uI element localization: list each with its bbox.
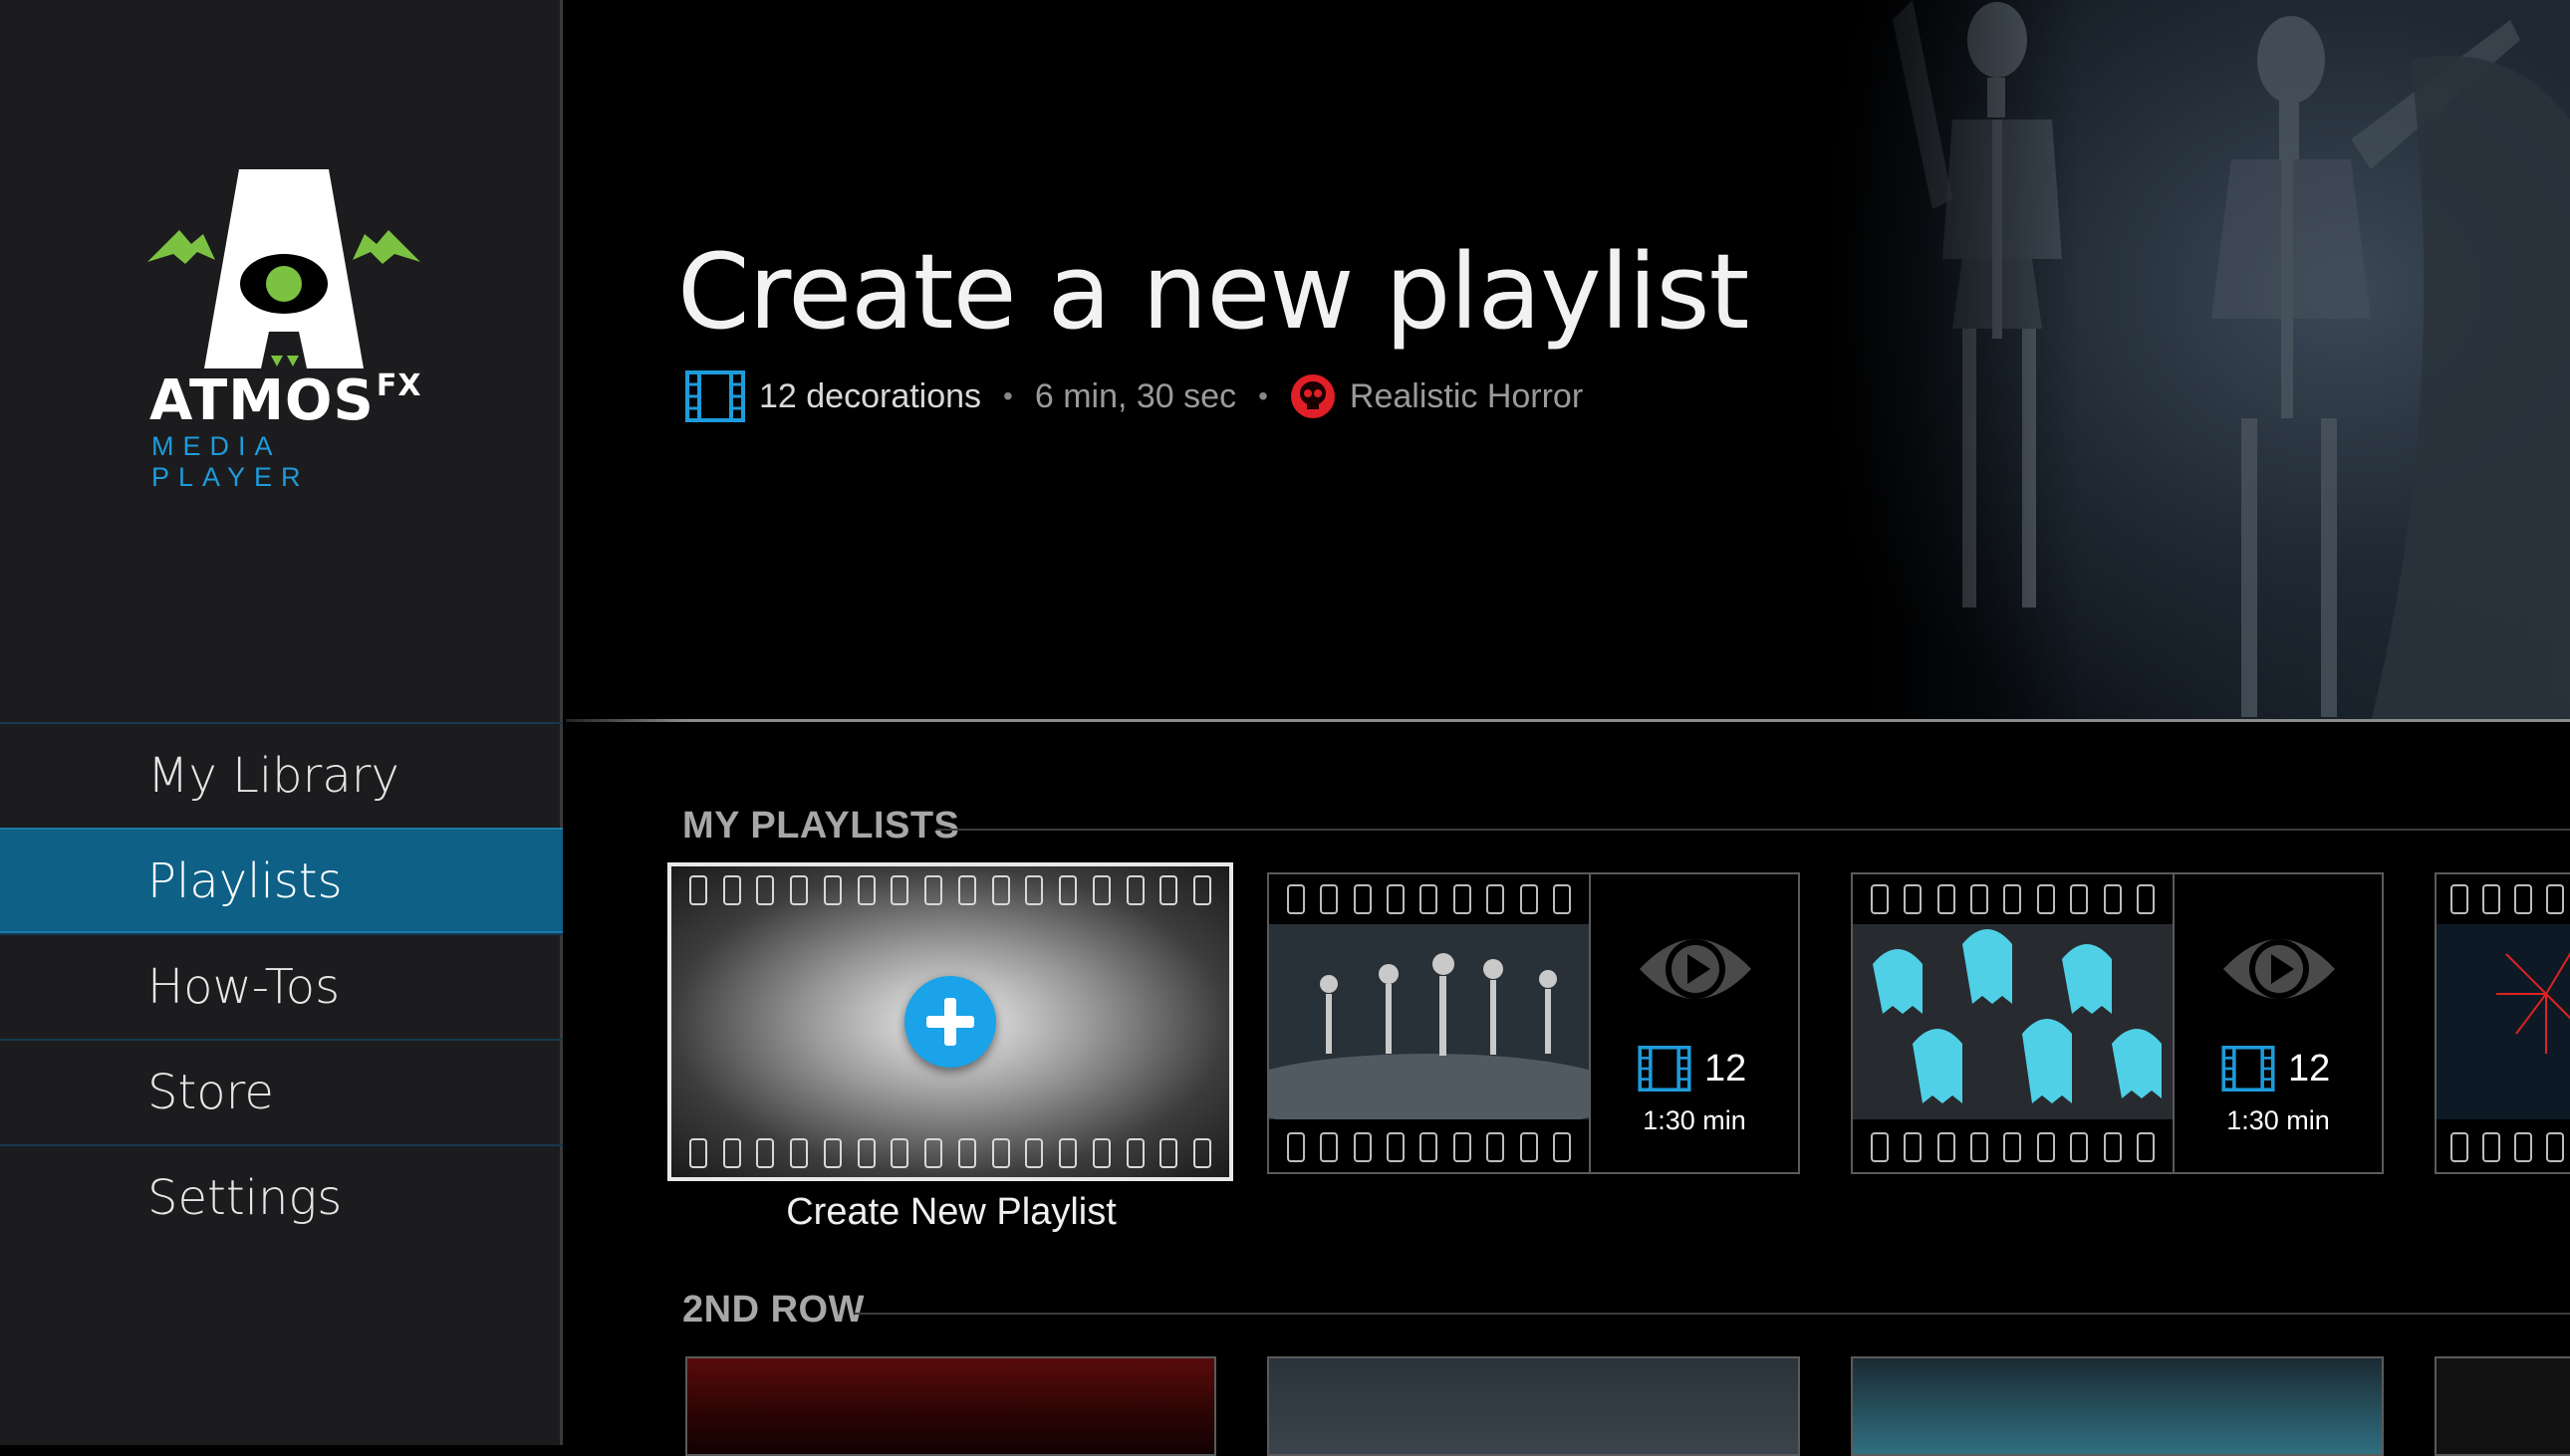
row2-card-blood[interactable]	[685, 1356, 1216, 1456]
film-sprockets	[671, 1129, 1229, 1177]
sidebar-item-how-tos[interactable]: How-Tos	[0, 933, 563, 1039]
sidebar-item-label: Settings	[147, 1170, 343, 1226]
plus-icon[interactable]	[904, 976, 996, 1068]
playlist-duration: 6 min, 30 sec	[1034, 376, 1237, 415]
section-divider	[936, 829, 2570, 831]
dancing-skeletons-image	[1269, 924, 1589, 1119]
atmosfx-a-eye-icon	[147, 169, 420, 368]
decorations-count: 12 decorations	[759, 376, 982, 415]
sidebar-item-label: Store	[147, 1065, 274, 1120]
playlist-duration: 1:30 min	[2226, 1105, 2330, 1135]
row2-card-skeletons[interactable]	[1267, 1356, 1800, 1456]
film-sprockets	[671, 866, 1229, 914]
row2-card-partial[interactable]	[2435, 1356, 2570, 1456]
hero-divider	[566, 719, 2570, 722]
sidebar-item-label: Playlists	[147, 853, 343, 909]
logo-subtitle: MEDIA PLAYER	[151, 431, 310, 492]
film-strip-icon	[685, 370, 745, 422]
meta-separator: •	[1003, 380, 1013, 411]
sidebar-item-my-library[interactable]: My Library	[0, 722, 563, 828]
atmosfx-logo: ATMOSFX MEDIA PLAYER	[139, 164, 428, 492]
decoration-count: 12	[1637, 1046, 1746, 1092]
create-playlist-card[interactable]	[667, 862, 1233, 1181]
create-playlist-caption: Create New Playlist	[786, 1191, 1117, 1233]
meta-separator: •	[1258, 380, 1268, 411]
row2-card-ghosts[interactable]	[1851, 1356, 2384, 1456]
playlist-meta: 12 decorations • 6 min, 30 sec • Realist…	[685, 370, 1583, 422]
section-divider	[855, 1313, 2570, 1315]
playlist-thumbnail	[1269, 874, 1591, 1172]
eye-play-icon[interactable]	[2219, 914, 2339, 1024]
skeleton-artwork	[1813, 0, 2570, 722]
logo-wordmark: ATMOSFX	[149, 368, 422, 433]
eye-play-icon[interactable]	[1636, 914, 1755, 1024]
playlist-info: 12 1:30 min	[1591, 874, 1798, 1172]
sidebar-item-settings[interactable]: Settings	[0, 1144, 563, 1250]
hero-background-image	[1813, 0, 2570, 722]
section-title-second-row: 2ND ROW	[682, 1289, 865, 1331]
sidebar-nav: My Library Playlists How-Tos Store Setti…	[0, 722, 563, 1250]
decoration-count: 12	[2220, 1046, 2330, 1092]
hero-banner: Create a new playlist 12 decorations • 6…	[566, 0, 2570, 722]
sidebar-item-label: My Library	[147, 748, 399, 804]
film-strip-icon	[2221, 1046, 2275, 1092]
sidebar-item-playlists[interactable]: Playlists	[0, 828, 563, 933]
fireworks-image	[2437, 924, 2570, 1119]
sidebar-item-store[interactable]: Store	[0, 1039, 563, 1144]
playlist-info: 12 1:30 min	[2175, 874, 2382, 1172]
sidebar-item-label: How-Tos	[147, 959, 341, 1015]
page-title: Create a new playlist	[677, 231, 1749, 353]
genre-label: Realistic Horror	[1349, 376, 1584, 415]
film-strip-icon	[1638, 1046, 1691, 1092]
skull-icon	[1290, 374, 1335, 418]
playlist-duration: 1:30 min	[1643, 1105, 1746, 1135]
sidebar: ATMOSFX MEDIA PLAYER My Library Playlist…	[0, 0, 563, 1445]
section-title-my-playlists: MY PLAYLISTS	[682, 805, 960, 847]
playlist-thumbnail	[1853, 874, 2175, 1172]
playlist-card[interactable]: 12 1:30 min	[1267, 872, 1800, 1174]
playlist-card[interactable]	[2435, 872, 2570, 1174]
blue-ghosts-image	[1853, 924, 2173, 1119]
playlist-card[interactable]: 12 1:30 min	[1851, 872, 2384, 1174]
